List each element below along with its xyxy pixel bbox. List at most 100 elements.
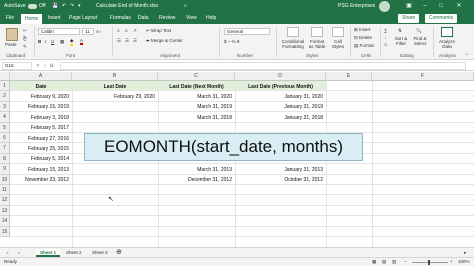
analyze-data-icon[interactable] <box>441 27 453 37</box>
row-header[interactable]: 1 <box>0 81 10 92</box>
cell-a9[interactable]: February 15, 2013 <box>10 167 72 173</box>
quick-access-dropdown-icon[interactable]: ▾ <box>78 3 81 9</box>
header-cell-b[interactable]: Last Date <box>72 84 158 90</box>
next-sheet-icon[interactable]: ▸ <box>14 249 24 257</box>
align-top-icon[interactable]: ≡ <box>117 28 120 33</box>
find-select-button[interactable]: Find & Select <box>411 36 429 46</box>
zoom-level[interactable]: 100% <box>458 259 470 264</box>
row-header[interactable]: 11 <box>0 185 10 196</box>
align-middle-icon[interactable]: ≡ <box>125 28 128 33</box>
cell-b2[interactable]: February 29, 2020 <box>72 94 158 100</box>
zoom-in-icon[interactable]: + <box>450 259 453 264</box>
prev-sheet-icon[interactable]: ◂ <box>2 249 12 257</box>
tab-data[interactable]: Data <box>138 15 149 21</box>
analyze-data-button[interactable]: Analyze Data <box>437 39 457 49</box>
conditional-formatting-button[interactable]: Conditional Formatting <box>280 39 306 49</box>
italic-icon[interactable]: I <box>45 39 46 44</box>
align-left-icon[interactable]: ☰ <box>117 38 121 44</box>
paste-button[interactable]: Paste <box>5 42 17 47</box>
row-header[interactable]: 4 <box>0 112 10 123</box>
number-format-box[interactable]: General <box>224 28 270 35</box>
comments-button[interactable]: Comments <box>425 14 458 23</box>
cell-a6[interactable]: February 27, 2016 <box>10 136 72 142</box>
tab-page-layout[interactable]: Page Layout <box>69 15 97 21</box>
cell-a5[interactable]: February 5, 2017 <box>10 125 72 131</box>
column-header-b[interactable]: B <box>72 72 158 81</box>
cell-a4[interactable]: February 3, 2018 <box>10 115 72 121</box>
account-name[interactable]: PSG Enterprises <box>338 3 375 9</box>
search-icon[interactable]: ⌕ <box>184 3 187 9</box>
align-right-icon[interactable]: ☰ <box>133 38 137 44</box>
close-icon[interactable]: ✕ <box>454 2 464 11</box>
cell-d3[interactable]: January 31, 2019 <box>235 104 326 110</box>
sheet-tab-1[interactable]: Sheet 1 <box>36 249 61 257</box>
number-format-buttons[interactable]: $ ~ % 9 <box>224 39 239 44</box>
tab-formulas[interactable]: Formulas <box>110 15 131 21</box>
tab-home[interactable]: Home <box>21 14 43 24</box>
column-header-f[interactable]: F <box>372 72 474 81</box>
save-icon[interactable]: 💾 <box>52 3 58 9</box>
column-header-a[interactable]: A <box>10 72 72 81</box>
align-center-icon[interactable]: ☰ <box>125 38 129 44</box>
header-cell-c[interactable]: Last Date (Next Month) <box>158 84 235 90</box>
cell-a10[interactable]: November 23, 2012 <box>10 177 72 183</box>
cell-a3[interactable]: February 15, 2019 <box>10 104 72 110</box>
insert-function-icon[interactable]: fx <box>50 63 54 68</box>
cell-c3[interactable]: March 31, 2019 <box>158 104 235 110</box>
cancel-entry-icon[interactable]: ✕ <box>36 63 40 69</box>
bold-icon[interactable]: B <box>38 39 41 44</box>
sort-filter-button[interactable]: Sort & Filter <box>392 36 410 46</box>
underline-icon[interactable]: U <box>51 39 54 44</box>
font-grow-icon[interactable]: A↑ <box>96 29 101 34</box>
tab-view[interactable]: View <box>186 15 197 21</box>
format-as-table-icon[interactable] <box>311 27 323 37</box>
fill-color-icon[interactable]: ◆ <box>70 38 74 46</box>
clear-icon[interactable]: ◇ <box>384 42 387 48</box>
row-header[interactable]: 10 <box>0 174 10 185</box>
undo-icon[interactable]: ↶ <box>62 3 66 9</box>
tab-review[interactable]: Review <box>159 15 175 21</box>
row-header[interactable]: 7 <box>0 143 10 154</box>
row-header[interactable]: 12 <box>0 195 10 206</box>
row-header[interactable]: 13 <box>0 205 10 217</box>
cell-d9[interactable]: January 31, 2013 <box>235 167 326 173</box>
tab-help[interactable]: Help <box>206 15 216 21</box>
insert-cells-button[interactable]: ⊞ Insert <box>354 27 370 33</box>
zoom-slider-thumb[interactable] <box>428 260 430 265</box>
font-name-box[interactable]: Calibri <box>38 28 80 35</box>
paste-icon[interactable] <box>6 28 18 41</box>
column-header-c[interactable]: C <box>158 72 235 81</box>
row-header[interactable]: 14 <box>0 216 10 227</box>
horizontal-scroll-right-icon[interactable]: ▸ <box>460 249 470 257</box>
row-header[interactable]: 6 <box>0 133 10 144</box>
minimize-icon[interactable]: – <box>420 2 430 11</box>
row-header[interactable]: 9 <box>0 164 10 175</box>
new-sheet-icon[interactable]: ⊕ <box>112 249 126 257</box>
cell-c4[interactable]: March 31, 2018 <box>158 115 235 121</box>
page-layout-view-icon[interactable]: ▤ <box>382 259 386 265</box>
select-all-corner[interactable] <box>0 72 10 81</box>
font-size-box[interactable]: 11 <box>82 28 94 35</box>
column-header-d[interactable]: D <box>235 72 326 81</box>
cell-d10[interactable]: October 31, 2012 <box>235 177 326 183</box>
header-cell-a[interactable]: Date <box>10 84 72 90</box>
fill-icon[interactable]: ↓ <box>384 35 386 40</box>
sort-filter-icon[interactable]: ⇅ <box>398 28 402 34</box>
conditional-formatting-icon[interactable] <box>287 27 299 37</box>
format-cells-button[interactable]: ▤ Format <box>354 43 374 49</box>
cell-a8[interactable]: February 5, 2014 <box>10 156 72 162</box>
autosum-icon[interactable]: ∑ <box>384 28 387 33</box>
maximize-icon[interactable]: □ <box>436 2 446 11</box>
zoom-out-icon[interactable]: − <box>404 259 407 264</box>
cut-icon[interactable]: ✂ <box>23 28 27 34</box>
zoom-slider[interactable] <box>412 262 448 263</box>
cell-d4[interactable]: January 31, 2018 <box>235 115 326 121</box>
collapse-ribbon-icon[interactable]: ⌃ <box>465 53 469 59</box>
autosave-toggle[interactable] <box>28 4 37 9</box>
column-header-e[interactable]: E <box>326 72 372 81</box>
format-as-table-button[interactable]: Format as Table <box>307 39 327 49</box>
row-header[interactable]: 8 <box>0 153 10 165</box>
cell-d2[interactable]: January 31, 2020 <box>235 94 326 100</box>
font-color-icon[interactable]: A <box>80 38 84 45</box>
cell-a7[interactable]: February 25, 2015 <box>10 146 72 152</box>
